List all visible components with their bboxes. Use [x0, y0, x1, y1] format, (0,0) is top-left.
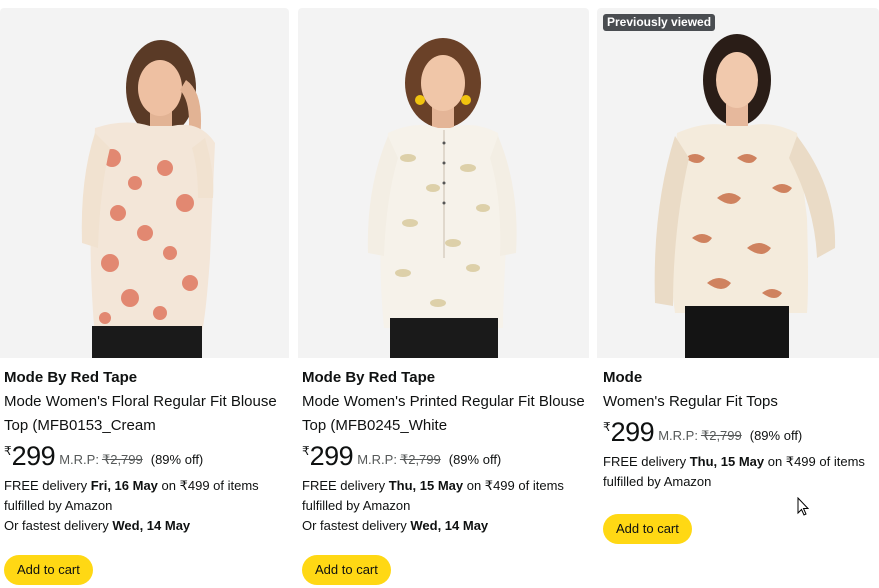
regular-fit-top-icon: [654, 34, 836, 358]
product-brand: Mode: [603, 369, 643, 386]
add-to-cart-button[interactable]: Add to cart: [302, 555, 391, 585]
product-grid: Mode By Red Tape Mode Women's Floral Reg…: [0, 0, 879, 588]
price-row: ₹ 299 M.R.P: ₹2,799 (89% off): [4, 441, 285, 475]
product-card: Mode By Red Tape Mode Women's Floral Reg…: [0, 8, 289, 588]
mrp-value: ₹2,799: [399, 452, 441, 467]
delivery-date: Thu, 15 May: [689, 454, 765, 469]
product-image[interactable]: [298, 8, 589, 358]
price-value[interactable]: 299: [611, 417, 655, 447]
product-title-link[interactable]: Women's Regular Fit Tops: [603, 390, 875, 414]
product-image[interactable]: [0, 8, 289, 358]
product-image[interactable]: Previously viewed: [597, 8, 879, 358]
mrp-value: ₹2,799: [700, 428, 742, 443]
add-to-cart-button[interactable]: Add to cart: [603, 514, 692, 544]
fastest-prefix: Or fastest delivery: [4, 518, 113, 533]
currency-symbol: ₹: [4, 444, 12, 458]
fastest-date: Wed, 14 May: [112, 518, 191, 533]
price-row: ₹ 299 M.R.P: ₹2,799 (89% off): [302, 441, 585, 475]
delivery-date: Thu, 15 May: [388, 478, 464, 493]
mrp-value: ₹2,799: [101, 452, 143, 467]
discount-text: (89% off): [150, 452, 204, 467]
discount-text: (89% off): [749, 428, 803, 443]
add-to-cart-button[interactable]: Add to cart: [4, 555, 93, 585]
delivery-info: FREE delivery Thu, 15 May on ₹499 of ite…: [603, 452, 875, 492]
floral-blouse-icon: [81, 40, 215, 358]
currency-symbol: ₹: [302, 444, 310, 458]
discount-text: (89% off): [448, 452, 502, 467]
currency-symbol: ₹: [603, 420, 611, 434]
product-info: Mode Women's Regular Fit Tops ₹ 299 M.R.…: [603, 368, 875, 492]
fastest-delivery: Or fastest delivery Wed, 14 May: [4, 516, 285, 536]
price-value[interactable]: 299: [12, 441, 56, 471]
product-brand: Mode By Red Tape: [4, 369, 138, 386]
mrp-label: M.R.P:: [658, 428, 698, 443]
product-title-link[interactable]: Mode Women's Printed Regular Fit Blouse …: [302, 390, 585, 438]
delivery-date: Fri, 16 May: [90, 478, 158, 493]
product-info: Mode By Red Tape Mode Women's Printed Re…: [302, 368, 585, 536]
price-value[interactable]: 299: [310, 441, 354, 471]
delivery-info: FREE delivery Thu, 15 May on ₹499 of ite…: [302, 476, 585, 516]
printed-blouse-icon: [367, 38, 517, 358]
price-row: ₹ 299 M.R.P: ₹2,799 (89% off): [603, 417, 875, 451]
mouse-cursor-icon: [797, 497, 810, 516]
fastest-date: Wed, 14 May: [410, 518, 489, 533]
product-info: Mode By Red Tape Mode Women's Floral Reg…: [4, 368, 285, 536]
product-card: Mode By Red Tape Mode Women's Printed Re…: [298, 8, 589, 588]
delivery-info: FREE delivery Fri, 16 May on ₹499 of ite…: [4, 476, 285, 516]
product-brand: Mode By Red Tape: [302, 369, 436, 386]
delivery-prefix: FREE delivery: [302, 478, 389, 493]
fastest-delivery: Or fastest delivery Wed, 14 May: [302, 516, 585, 536]
product-card: Previously viewed Mode Women's Regular F…: [597, 8, 879, 588]
mrp-label: M.R.P:: [357, 452, 397, 467]
delivery-prefix: FREE delivery: [4, 478, 91, 493]
product-title-link[interactable]: Mode Women's Floral Regular Fit Blouse T…: [4, 390, 285, 438]
fastest-prefix: Or fastest delivery: [302, 518, 411, 533]
mrp-label: M.R.P:: [59, 452, 99, 467]
previously-viewed-badge: Previously viewed: [603, 14, 716, 31]
delivery-prefix: FREE delivery: [603, 454, 690, 469]
